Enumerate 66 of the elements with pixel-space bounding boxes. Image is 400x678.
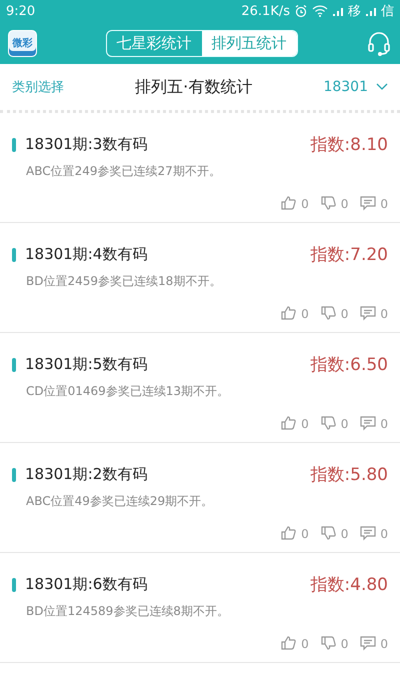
- tab[interactable]: 排列五统计: [202, 30, 296, 56]
- category-select-link[interactable]: 类别选择: [12, 78, 64, 96]
- accent-bar: [12, 578, 16, 592]
- thumbs-up-icon: [281, 306, 298, 321]
- dislike-count: 0: [340, 636, 348, 650]
- comment-icon: [360, 306, 376, 321]
- like-count: 0: [301, 636, 309, 650]
- headset-icon[interactable]: [366, 30, 392, 56]
- dislike-count: 0: [340, 306, 348, 320]
- thumbs-down-icon: [320, 636, 337, 651]
- comment-icon: [360, 196, 376, 211]
- carrier-label: 移: [348, 3, 361, 20]
- comment-count: 0: [380, 306, 388, 320]
- card-title: 18301期:3数有码: [25, 135, 148, 154]
- dislike-count: 0: [340, 196, 348, 210]
- card-detail: CD位置01469参奖已连续13期不开。: [26, 383, 230, 400]
- comment-icon: [360, 636, 376, 651]
- thumbs-up-icon: [281, 196, 298, 211]
- comment-count: 0: [380, 196, 388, 210]
- accent-bar: [12, 248, 16, 262]
- card-title: 18301期:2数有码: [25, 465, 148, 484]
- index-value: 指数:8.10: [310, 134, 388, 156]
- thumbs-down-icon: [320, 196, 337, 211]
- wifi-icon: [312, 4, 328, 18]
- card-detail: ABC位置49参奖已连续29期不开。: [26, 493, 214, 510]
- chevron-icon: [376, 83, 388, 91]
- signal-icon: [365, 5, 377, 17]
- thumbs-down-icon: [320, 306, 337, 321]
- app-logo[interactable]: 微彩: [8, 30, 37, 56]
- thumbs-up-icon: [281, 636, 298, 651]
- network-speed: 26.1K/s: [241, 4, 290, 18]
- thumbs-up-icon: [281, 416, 298, 431]
- comment-icon: [360, 416, 376, 431]
- tab[interactable]: 七星彩统计: [106, 30, 202, 56]
- card-detail: ABC位置249参奖已连续27期不开。: [26, 163, 222, 180]
- like-count: 0: [301, 196, 309, 210]
- index-value: 指数:7.20: [310, 244, 388, 266]
- dislike-count: 0: [340, 416, 348, 430]
- alarm-icon: [294, 4, 308, 18]
- card-title: 18301期:6数有码: [25, 575, 148, 594]
- page-title: 排列五·有数统计: [134, 76, 254, 98]
- issue-dropdown[interactable]: 18301: [323, 79, 388, 95]
- signal-icon: [332, 5, 344, 17]
- accent-bar: [12, 138, 16, 152]
- comment-count: 0: [380, 526, 388, 540]
- like-count: 0: [301, 306, 309, 320]
- carrier-label: 信: [381, 3, 394, 20]
- card-title: 18301期:5数有码: [25, 355, 148, 374]
- accent-bar: [12, 468, 16, 482]
- card-detail: BD位置2459参奖已连续18期不开。: [26, 273, 222, 290]
- thumbs-down-icon: [320, 416, 337, 431]
- thumbs-down-icon: [320, 526, 337, 541]
- card-detail: BD位置124589参奖已连续8期不开。: [26, 603, 230, 620]
- comment-icon: [360, 526, 376, 541]
- dislike-count: 0: [340, 526, 348, 540]
- index-value: 指数:5.80: [310, 464, 388, 486]
- index-value: 指数:4.80: [310, 574, 388, 596]
- index-value: 指数:6.50: [310, 354, 388, 376]
- card-title: 18301期:4数有码: [25, 245, 148, 264]
- like-count: 0: [301, 526, 309, 540]
- comment-count: 0: [380, 636, 388, 650]
- like-count: 0: [301, 416, 309, 430]
- status-time: 9:20: [6, 4, 36, 18]
- accent-bar: [12, 358, 16, 372]
- comment-count: 0: [380, 416, 388, 430]
- thumbs-up-icon: [281, 526, 298, 541]
